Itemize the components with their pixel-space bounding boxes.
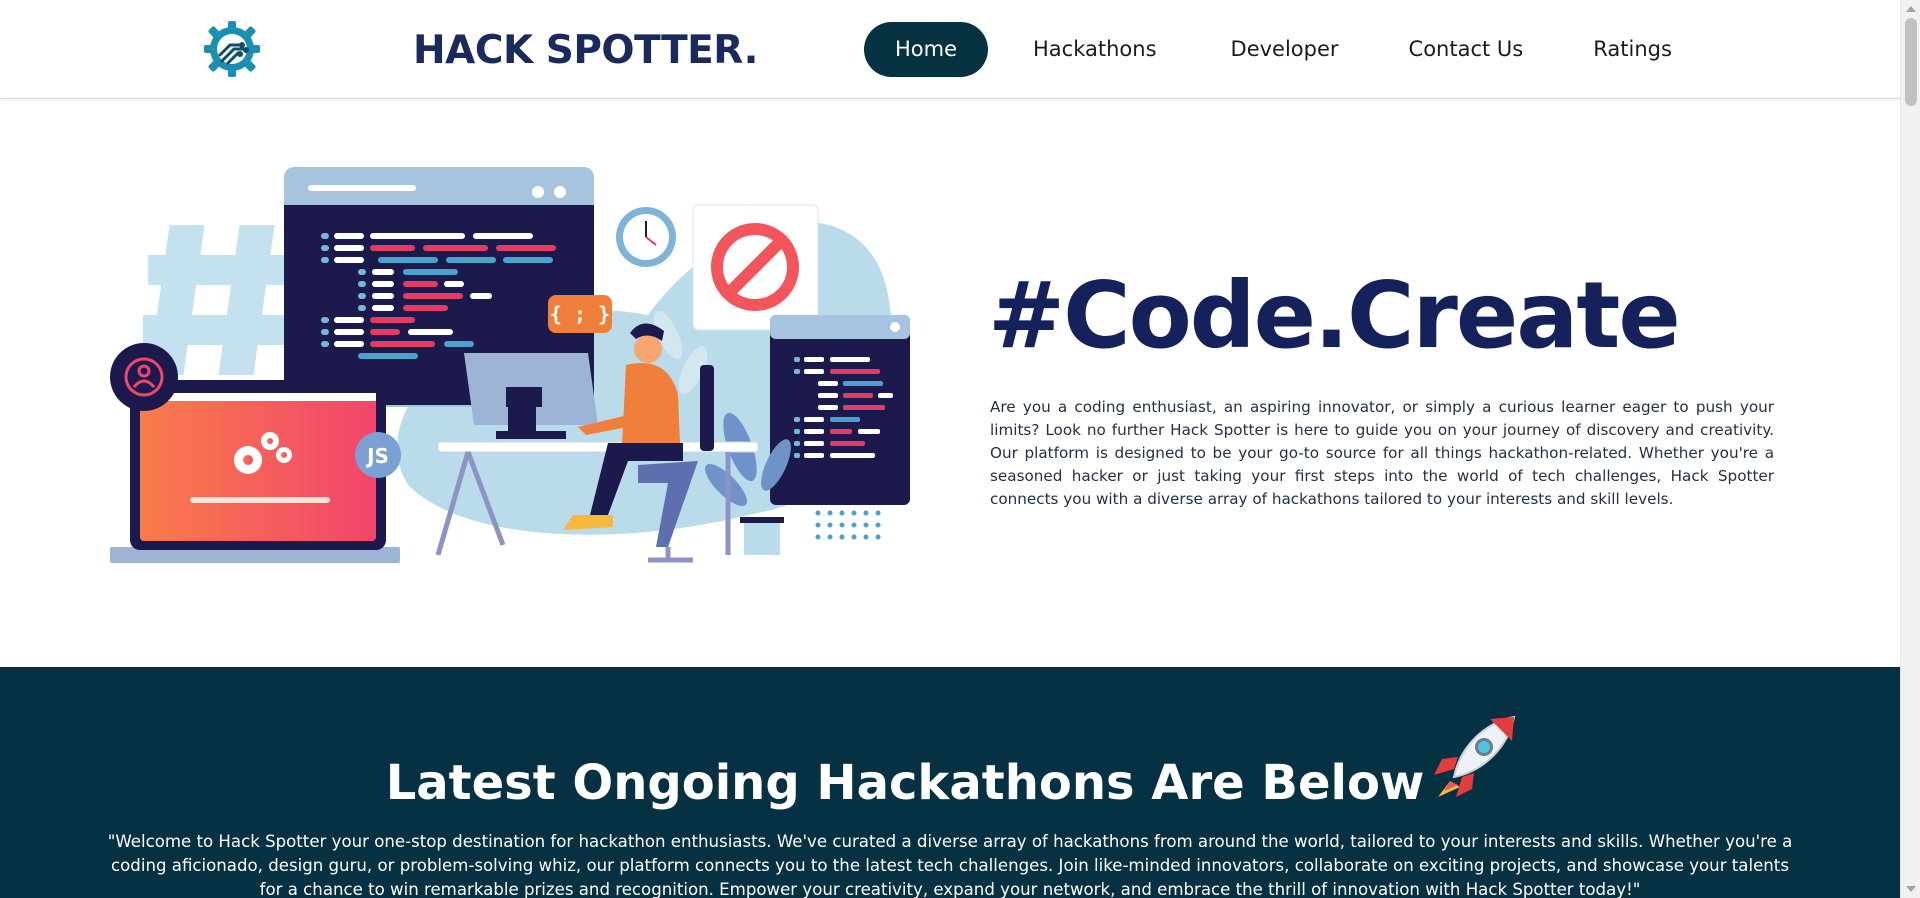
page: HACK SPOTTER. Home Hackathons Developer … xyxy=(0,0,1900,898)
gear-circuit-icon[interactable] xyxy=(200,17,264,81)
section-title: Latest Ongoing Hackathons Are Below xyxy=(385,755,1425,811)
vertical-scrollbar[interactable] xyxy=(1900,0,1920,898)
hero-illustration: { ; } JS xyxy=(108,165,916,565)
js-badge-text: JS xyxy=(365,444,389,468)
section-description: "Welcome to Hack Spotter your one-stop d… xyxy=(107,832,1793,898)
hackathons-section: Latest Ongoing Hackathons Are Below "Wel xyxy=(0,667,1900,898)
hero-title: #Code.Create xyxy=(988,262,1681,369)
nav-contact-us[interactable]: Contact Us xyxy=(1378,22,1555,77)
hero-description: Are you a coding enthusiast, an aspiring… xyxy=(990,398,1774,508)
main-nav: Home Hackathons Developer Contact Us Rat… xyxy=(864,22,1703,77)
section-title-wrap: Latest Ongoing Hackathons Are Below xyxy=(0,715,1900,811)
rocket-icon xyxy=(1430,711,1520,801)
scrollbar-thumb[interactable] xyxy=(1905,18,1917,106)
nav-hackathons[interactable]: Hackathons xyxy=(1002,22,1188,77)
scroll-up-arrow-icon[interactable] xyxy=(1906,6,1916,12)
braces-badge-text: { ; } xyxy=(550,302,610,326)
nav-developer[interactable]: Developer xyxy=(1200,22,1370,77)
nav-ratings[interactable]: Ratings xyxy=(1562,22,1703,77)
brand-name[interactable]: HACK SPOTTER. xyxy=(413,28,758,73)
top-navbar: HACK SPOTTER. Home Hackathons Developer … xyxy=(0,0,1900,99)
scroll-down-arrow-icon[interactable] xyxy=(1906,886,1916,892)
nav-home[interactable]: Home xyxy=(864,22,989,77)
